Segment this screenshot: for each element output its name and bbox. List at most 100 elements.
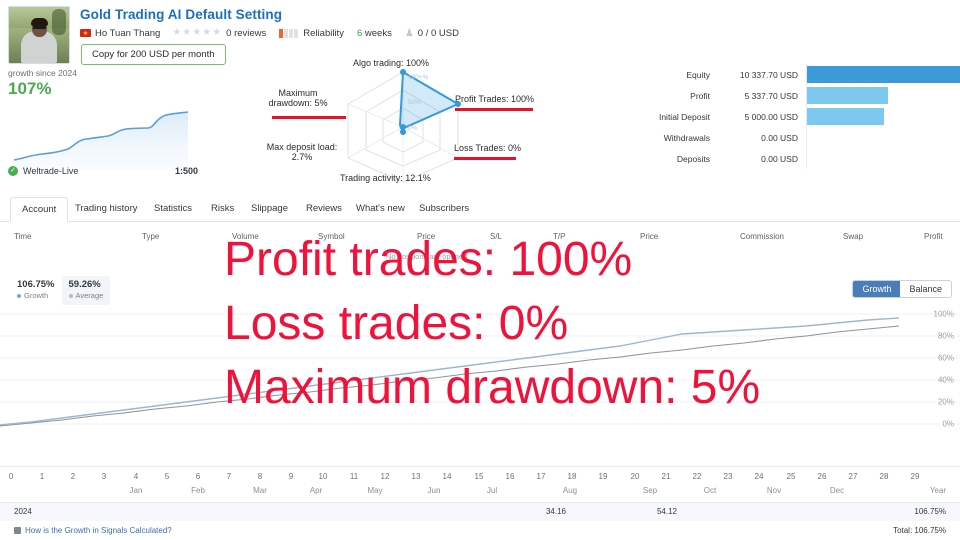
star-icon: ★ — [202, 27, 212, 38]
positions-table-header: Time Type Volume Symbol Price S/L T/P Pr… — [0, 232, 960, 254]
toggle-growth[interactable]: Growth — [853, 281, 901, 297]
star-icon: ★ — [192, 27, 202, 38]
age-weeks-label: weeks — [364, 27, 392, 39]
th-profit[interactable]: Profit — [924, 232, 943, 241]
th-swap[interactable]: Swap — [843, 232, 863, 241]
star-icon: ★ — [212, 27, 222, 38]
reviews-count[interactable]: 0 reviews — [226, 28, 266, 39]
legend-growth-key: Growth — [17, 291, 55, 301]
tab-risks[interactable]: Risks — [200, 197, 245, 220]
radar-label-loss-trades: Loss Trades: 0% — [454, 143, 522, 153]
reliability-label: Reliability — [303, 27, 344, 39]
verified-check-icon: ✓ — [8, 166, 18, 176]
x-tick-17: 17 — [536, 472, 546, 481]
y-label-60: 60% — [937, 353, 954, 363]
stat-value: 5 000.00 USD — [744, 111, 798, 122]
radar-ring-label-0: 0% — [408, 125, 418, 132]
radar-label-max-deposit-load-line1: Max deposit load: — [266, 142, 338, 152]
tab-bar: Account Trading history Statistics Risks… — [0, 197, 960, 222]
x-month-sep: Sep — [642, 486, 658, 495]
header-meta-row: Ho Tuan Thang ★ ★ ★ ★ ★ 0 reviews Reliab… — [80, 26, 459, 40]
stat-bar — [807, 66, 960, 83]
x-month-dec: Dec — [829, 486, 845, 495]
tab-trading-history[interactable]: Trading history — [64, 197, 148, 220]
tab-statistics[interactable]: Statistics — [143, 197, 203, 220]
star-icon: ★ — [172, 27, 182, 38]
account-stats: Equity 10 337.70 USD Profit 5 337.70 USD… — [620, 64, 960, 180]
year-summary-row: 2024 34.16 54.12 106.75% — [0, 502, 960, 521]
legend-growth: 106.75% Growth — [10, 276, 62, 305]
x-month-aug: Aug — [562, 486, 578, 495]
stat-row-withdrawals: Withdrawals 0.00 USD — [620, 127, 960, 148]
tab-whats-new[interactable]: What's new — [345, 197, 416, 220]
reliability-bar — [294, 28, 299, 38]
avatar-hair — [31, 18, 48, 26]
tab-slippage[interactable]: Slippage — [240, 197, 299, 220]
x-tick-20: 20 — [630, 472, 640, 481]
x-tick-6: 6 — [195, 472, 201, 481]
copy-subscribe-button[interactable]: Copy for 200 USD per month — [81, 44, 226, 65]
stat-label: Equity — [686, 69, 710, 80]
stat-value: 5 337.70 USD — [744, 90, 798, 101]
subscribers-count: 0 / 0 USD — [417, 27, 459, 39]
radar-label-profit-trades: Profit Trades: 100% — [455, 94, 535, 104]
x-tick-24: 24 — [754, 472, 764, 481]
th-price-2[interactable]: Price — [640, 232, 658, 241]
x-month-year: Year — [929, 486, 947, 495]
book-icon — [14, 527, 21, 534]
year-column-2: 54.12 — [656, 507, 678, 516]
radar-label-maximum-drawdown-line2: drawdown: 5% — [268, 98, 328, 108]
avatar — [8, 6, 70, 64]
stat-value: 0.00 USD — [761, 153, 798, 164]
stat-label: Profit — [690, 90, 710, 101]
th-volume[interactable]: Volume — [232, 232, 259, 241]
radar-underline-loss-trades — [454, 157, 516, 160]
footer-total: Total: 106.75% — [893, 526, 946, 535]
age-weeks: 6 weeks — [357, 28, 392, 39]
x-tick-22: 22 — [692, 472, 702, 481]
x-tick-25: 25 — [786, 472, 796, 481]
x-month-apr: Apr — [309, 486, 323, 495]
x-tick-14: 14 — [442, 472, 452, 481]
stat-label: Initial Deposit — [658, 111, 710, 122]
growth-value: 107% — [8, 79, 52, 98]
x-month-oct: Oct — [703, 486, 717, 495]
th-sl[interactable]: S/L — [490, 232, 502, 241]
tab-account[interactable]: Account — [10, 197, 69, 222]
radar-label-maximum-drawdown: Maximum drawdown: 5% — [248, 88, 348, 108]
stat-bar-track — [806, 106, 960, 127]
x-tick-9: 9 — [288, 472, 294, 481]
x-tick-1: 1 — [39, 472, 45, 481]
reliability-bar — [279, 28, 284, 38]
growth-chart-panel: 106.75% Growth 59.26% Average Growth Bal… — [0, 268, 960, 468]
x-tick-7: 7 — [226, 472, 232, 481]
chart-legend: 106.75% Growth 59.26% Average — [10, 276, 111, 305]
toggle-balance[interactable]: Balance — [900, 281, 951, 297]
author-name[interactable]: Ho Tuan Thang — [95, 28, 160, 39]
avatar-glasses — [33, 26, 46, 29]
x-tick-23: 23 — [723, 472, 733, 481]
tab-subscribers[interactable]: Subscribers — [408, 197, 480, 220]
radar-ring-label-50: 50% — [408, 99, 421, 106]
series-average-line — [0, 325, 900, 427]
age-weeks-value: 6 — [356, 27, 363, 39]
th-type[interactable]: Type — [142, 232, 159, 241]
stat-bar — [807, 87, 889, 104]
th-time[interactable]: Time — [14, 232, 31, 241]
th-symbol[interactable]: Symbol — [318, 232, 345, 241]
series-growth-line — [0, 317, 900, 426]
legend-average-value: 59.26% — [68, 279, 101, 290]
broker-account-name: Weltrade-Live — [23, 166, 79, 176]
th-price[interactable]: Price — [417, 232, 435, 241]
reliability-bar — [289, 28, 294, 38]
x-tick-21: 21 — [661, 472, 671, 481]
growth-explainer-link[interactable]: How is the Growth in Signals Calculated? — [14, 526, 172, 535]
stat-row-deposits: Deposits 0.00 USD — [620, 148, 960, 169]
th-tp[interactable]: T/P — [553, 232, 565, 241]
page-title[interactable]: Gold Trading AI Default Setting — [80, 7, 282, 22]
radar-label-max-deposit-load-line2: 2.7% — [291, 152, 313, 162]
x-month-mar: Mar — [253, 486, 267, 495]
stat-bar — [807, 108, 884, 125]
reliability-bar — [284, 28, 289, 38]
th-commission[interactable]: Commission — [740, 232, 784, 241]
